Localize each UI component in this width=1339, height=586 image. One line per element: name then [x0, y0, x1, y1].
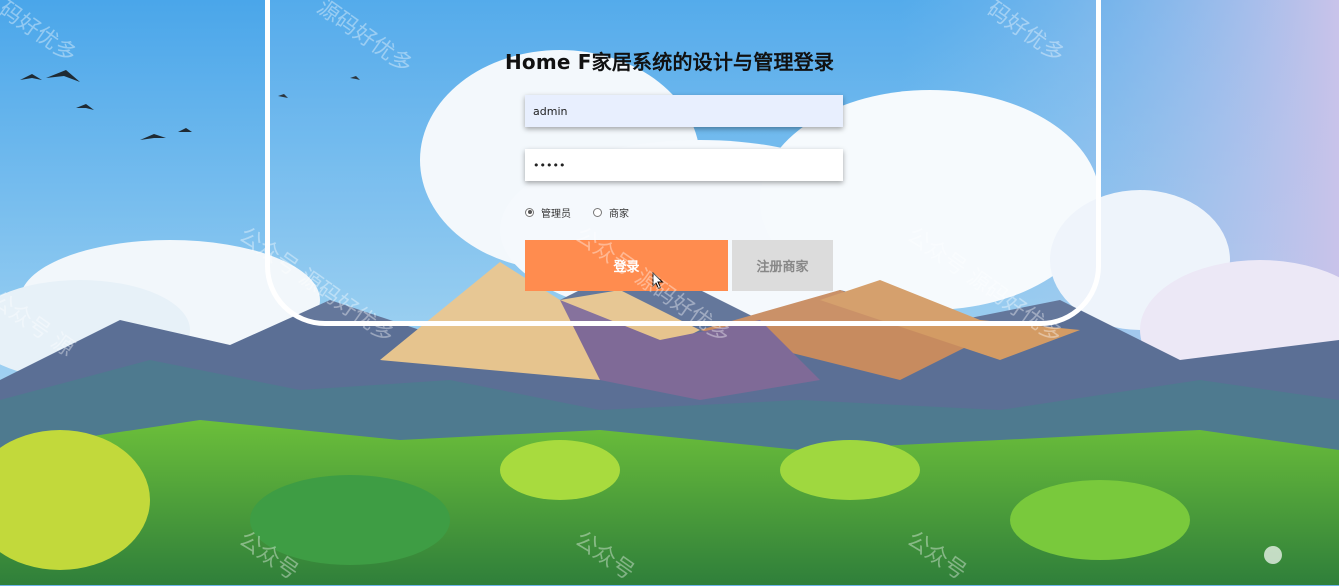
username-input[interactable] [525, 95, 843, 127]
page-title: Home F家居系统的设计与管理登录 [504, 50, 835, 74]
radio-checked-icon[interactable] [525, 207, 534, 217]
register-merchant-button[interactable]: 注册商家 [732, 240, 833, 291]
password-input[interactable] [525, 149, 843, 181]
radio-unchecked-icon[interactable] [593, 207, 602, 217]
role-option-admin[interactable]: 管理员 [525, 205, 571, 220]
role-label-admin: 管理员 [541, 208, 571, 220]
scroll-top-icon[interactable] [1264, 546, 1282, 564]
login-button[interactable]: 登录 [525, 240, 728, 291]
role-option-merchant[interactable]: 商家 [593, 205, 629, 220]
mouse-pointer-icon [652, 272, 664, 290]
role-selector: 管理员 商家 [525, 205, 651, 220]
role-label-merchant: 商家 [609, 208, 629, 220]
